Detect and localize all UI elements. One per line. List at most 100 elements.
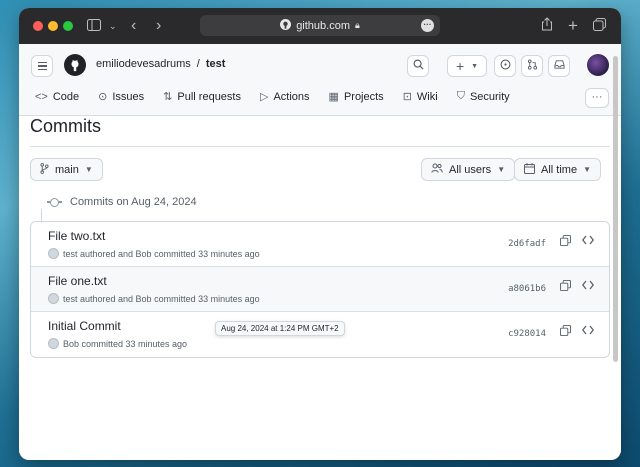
copy-icon[interactable]: [560, 325, 571, 339]
address-bar[interactable]: github.com 🔒︎ ···: [200, 15, 440, 36]
more-tabs-button[interactable]: ···: [585, 88, 609, 108]
tab-security[interactable]: ⛉ Security: [457, 90, 510, 103]
repo-tabs: <> Code ⊙ Issues ⇅ Pull requests ▷ Actio…: [35, 90, 529, 103]
chevron-down-icon: ▼: [497, 165, 506, 174]
browser-window: ⌄ ‹ › github.com 🔒︎ ··· + emiliodevesadr…: [19, 8, 621, 460]
tab-wiki[interactable]: ⊡ Wiki: [402, 90, 438, 104]
tab-issues[interactable]: ⊙ Issues: [98, 90, 145, 104]
author-avatar[interactable]: [48, 338, 59, 349]
tab-label: Wiki: [416, 90, 438, 103]
lock-icon: 🔒︎: [355, 20, 360, 30]
tab-code[interactable]: <> Code: [35, 90, 79, 103]
commit-meta: test authored and Bob committed 33 minut…: [48, 293, 260, 304]
search-icon: [413, 59, 424, 73]
chevron-down-icon: ▼: [471, 62, 479, 70]
inbox-icon: [553, 59, 565, 73]
breadcrumb-repo[interactable]: test: [206, 58, 226, 70]
url-text: github.com: [296, 19, 350, 32]
new-tab-icon[interactable]: +: [568, 16, 578, 36]
plus-icon: +: [455, 58, 465, 74]
pull-request-icon: [527, 59, 538, 73]
create-new-button[interactable]: + ▼: [447, 55, 487, 77]
commit-row[interactable]: File two.txt test authored and Bob commi…: [31, 222, 609, 267]
github-logo-icon[interactable]: [64, 54, 86, 76]
people-icon: [431, 163, 443, 176]
commit-sha[interactable]: a8061b6: [508, 284, 546, 294]
issue-icon: ⊙: [98, 91, 108, 103]
git-commit-icon: [47, 197, 62, 207]
tab-projects[interactable]: ▦ Projects: [328, 90, 384, 104]
commit-meta-text: test authored and Bob committed 33 minut…: [63, 293, 260, 304]
breadcrumb: emiliodevesadrums / test: [96, 58, 225, 70]
tab-label: Code: [52, 90, 80, 103]
pull-requests-button[interactable]: [521, 55, 543, 77]
commit-title[interactable]: File one.txt: [48, 274, 107, 288]
forward-icon[interactable]: ›: [156, 16, 161, 36]
tab-actions[interactable]: ▷ Actions: [259, 90, 310, 104]
commit-group-date: Commits on Aug 24, 2024: [70, 196, 197, 208]
commit-meta: test authored and Bob committed 33 minut…: [48, 248, 260, 259]
commit-sha[interactable]: c928014: [508, 329, 546, 339]
book-icon: ⊡: [402, 91, 412, 103]
browser-titlebar: ⌄ ‹ › github.com 🔒︎ ··· +: [19, 8, 621, 44]
share-icon[interactable]: [541, 16, 553, 36]
close-window-button[interactable]: [33, 21, 43, 31]
tab-label: Security: [469, 90, 510, 103]
tab-label: Pull requests: [177, 90, 241, 103]
commit-sha[interactable]: 2d6fadf: [508, 239, 546, 249]
more-options-icon[interactable]: ···: [421, 19, 434, 32]
time-filter-label: All time: [541, 163, 578, 176]
back-icon[interactable]: ‹: [131, 16, 136, 36]
branch-icon: [40, 162, 49, 177]
users-filter[interactable]: All users ▼: [421, 158, 516, 181]
commit-list: File two.txt test authored and Bob commi…: [30, 221, 610, 358]
author-avatar[interactable]: [48, 248, 59, 259]
time-filter[interactable]: All time ▼: [514, 158, 601, 181]
issues-button[interactable]: [494, 55, 516, 77]
pull-request-icon: ⇅: [163, 91, 173, 103]
tab-label: Issues: [112, 90, 145, 103]
author-avatar[interactable]: [48, 293, 59, 304]
minimize-window-button[interactable]: [48, 21, 58, 31]
breadcrumb-separator: /: [196, 58, 200, 70]
play-icon: ▷: [259, 91, 269, 103]
commit-meta: Bob committed 33 minutes ago: [48, 338, 187, 349]
table-icon: ▦: [328, 91, 339, 103]
branch-name: main: [55, 163, 79, 176]
scrollbar[interactable]: [613, 56, 618, 362]
tab-label: Actions: [273, 90, 310, 103]
copy-icon[interactable]: [560, 280, 571, 294]
tab-overview-icon[interactable]: [593, 16, 606, 36]
code-icon: <>: [35, 90, 48, 103]
commit-row[interactable]: File one.txt test authored and Bob commi…: [31, 267, 609, 312]
copy-icon[interactable]: [560, 235, 571, 249]
tab-label: Projects: [343, 90, 384, 103]
commit-filters: main ▼ All users ▼ All time ▼: [30, 158, 610, 182]
commit-group-header: Commits on Aug 24, 2024: [30, 196, 610, 208]
commit-title[interactable]: File two.txt: [48, 229, 105, 243]
chevron-down-icon: ▼: [84, 165, 93, 174]
breadcrumb-owner[interactable]: emiliodevesadrums: [96, 58, 191, 70]
maximize-window-button[interactable]: [63, 21, 73, 31]
search-button[interactable]: [407, 55, 429, 77]
browse-code-icon[interactable]: [581, 325, 595, 338]
github-favicon-icon: [280, 18, 292, 33]
page-title: Commits: [30, 116, 610, 147]
sidebar-toggle-icon[interactable]: [87, 16, 101, 36]
browse-code-icon[interactable]: [581, 280, 595, 293]
commit-meta-text: test authored and Bob committed 33 minut…: [63, 248, 260, 259]
users-filter-label: All users: [449, 163, 492, 176]
commit-title[interactable]: Initial Commit: [48, 319, 121, 333]
shield-icon: ⛉: [456, 90, 465, 102]
timeline-line: [41, 209, 42, 223]
hamburger-menu-button[interactable]: [31, 55, 53, 77]
tab-pull-requests[interactable]: ⇅ Pull requests: [163, 90, 241, 104]
inbox-button[interactable]: [548, 55, 570, 77]
user-avatar[interactable]: [587, 54, 609, 76]
chevron-down-icon[interactable]: ⌄: [109, 16, 117, 36]
branch-selector[interactable]: main ▼: [30, 158, 103, 181]
browse-code-icon[interactable]: [581, 235, 595, 248]
github-header: emiliodevesadrums / test + ▼ <> Code ⊙ I…: [19, 44, 621, 116]
commit-meta-text: Bob committed 33 minutes ago: [63, 338, 188, 349]
issue-icon: [500, 59, 511, 73]
